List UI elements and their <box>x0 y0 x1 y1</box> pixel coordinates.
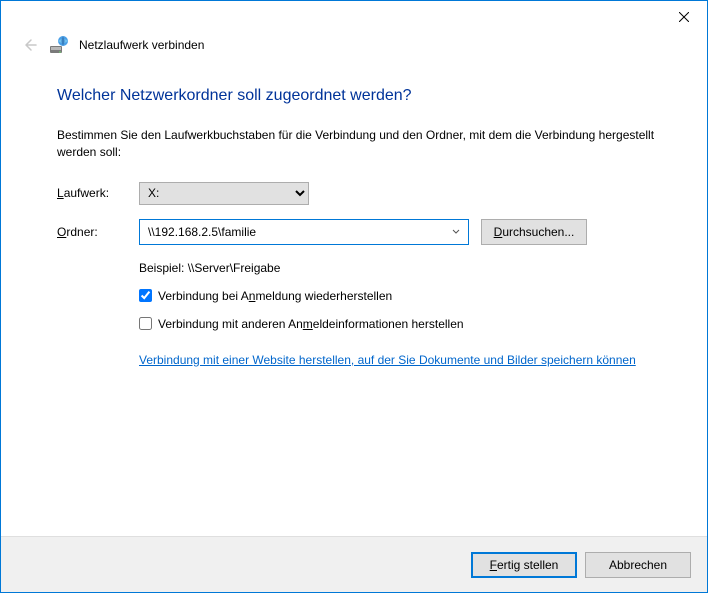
wizard-title: Netzlaufwerk verbinden <box>79 38 204 52</box>
network-drive-icon <box>49 35 69 55</box>
reconnect-checkbox[interactable] <box>139 289 152 302</box>
instruction-text: Bestimmen Sie den Laufwerkbuchstaben für… <box>57 127 667 162</box>
cancel-button[interactable]: Abbrechen <box>585 552 691 578</box>
folder-input[interactable] <box>146 224 448 240</box>
close-icon <box>679 12 689 22</box>
folder-label: Ordner: <box>57 225 135 239</box>
website-storage-link[interactable]: Verbindung mit einer Website herstellen,… <box>139 353 636 367</box>
back-arrow-icon <box>20 36 38 54</box>
wizard-header: Netzlaufwerk verbinden <box>1 33 707 67</box>
browse-button[interactable]: Durchsuchen... <box>481 219 587 245</box>
wizard-content: Welcher Netzwerkordner soll zugeordnet w… <box>1 67 707 536</box>
titlebar <box>1 1 707 33</box>
wizard-footer: Fertig stellen Abbrechen <box>1 536 707 592</box>
drive-select[interactable]: X: <box>139 182 309 205</box>
close-button[interactable] <box>661 1 707 33</box>
back-button <box>19 35 39 55</box>
finish-button[interactable]: Fertig stellen <box>471 552 577 578</box>
page-heading: Welcher Netzwerkordner soll zugeordnet w… <box>57 87 667 105</box>
drive-label: Laufwerk: <box>57 186 135 200</box>
credentials-checkbox[interactable] <box>139 317 152 330</box>
reconnect-label: Verbindung bei Anmeldung wiederherstelle… <box>158 289 392 303</box>
chevron-down-icon[interactable] <box>448 228 464 236</box>
credentials-label: Verbindung mit anderen Anmeldeinformatio… <box>158 317 464 331</box>
example-text: Beispiel: \\Server\Freigabe <box>139 259 667 275</box>
map-network-drive-wizard: Netzlaufwerk verbinden Welcher Netzwerko… <box>0 0 708 593</box>
folder-combobox[interactable] <box>139 219 469 245</box>
